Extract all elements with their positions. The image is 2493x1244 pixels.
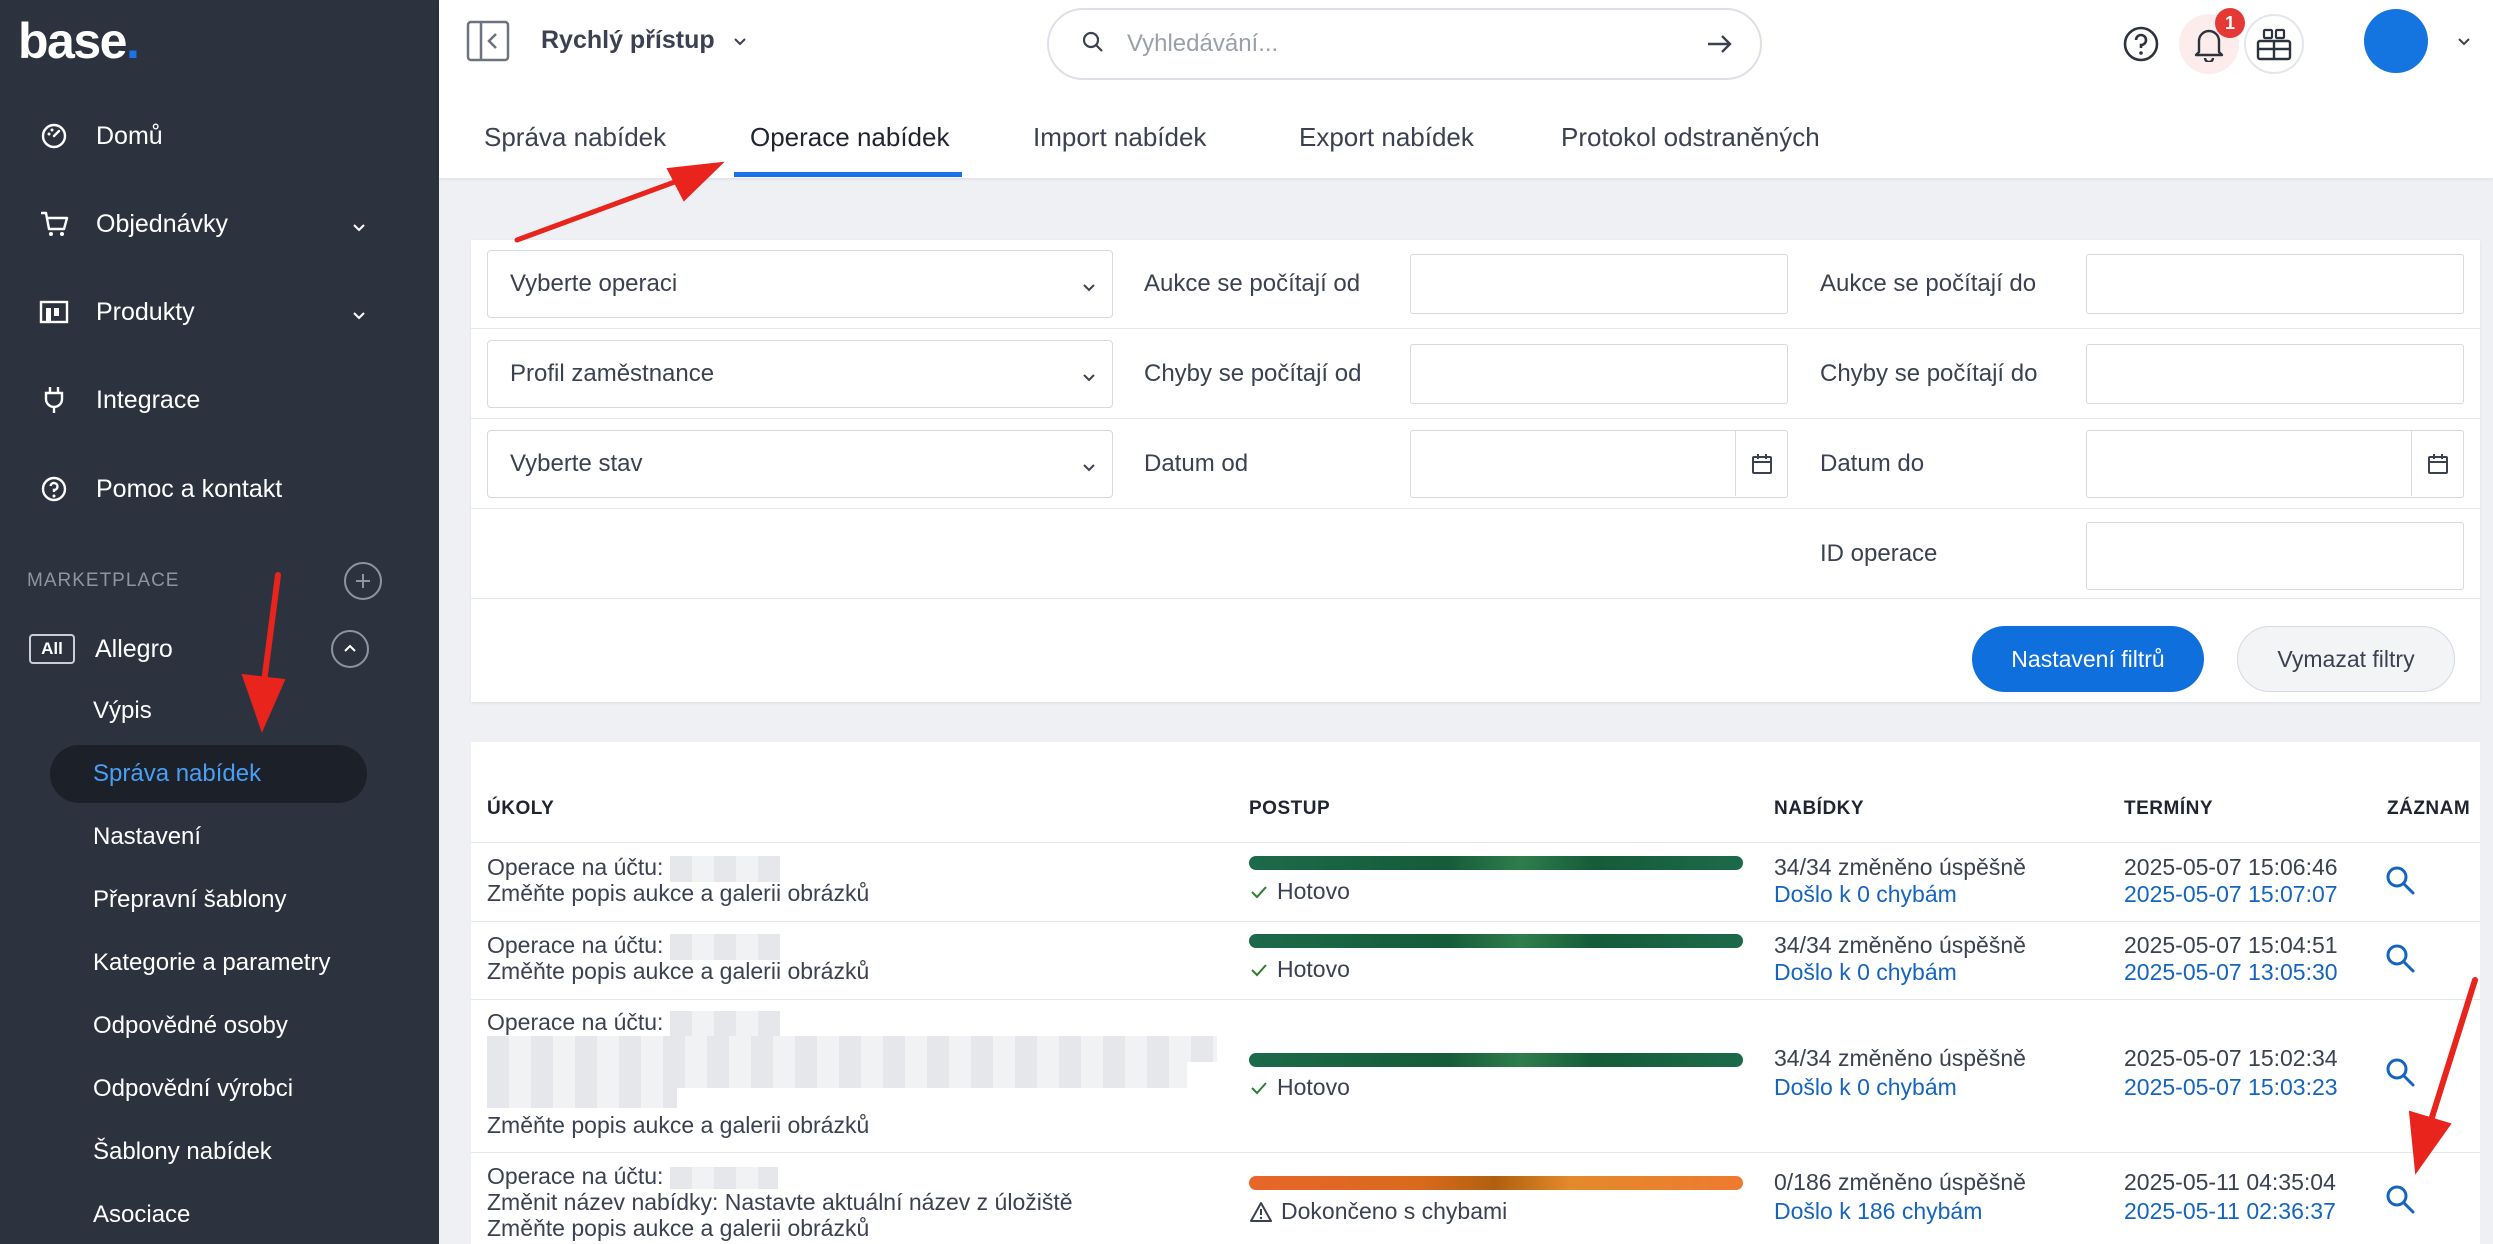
- arrow-to-offer-management: [260, 572, 281, 693]
- arrow-head: [2408, 1110, 2452, 1175]
- arrow-head: [666, 161, 725, 202]
- arrow-to-record-icon: [2425, 977, 2478, 1133]
- annotation-arrows: [241, 161, 2478, 1175]
- arrow-head: [241, 673, 286, 733]
- arrow-to-operations-tab: [514, 177, 683, 243]
